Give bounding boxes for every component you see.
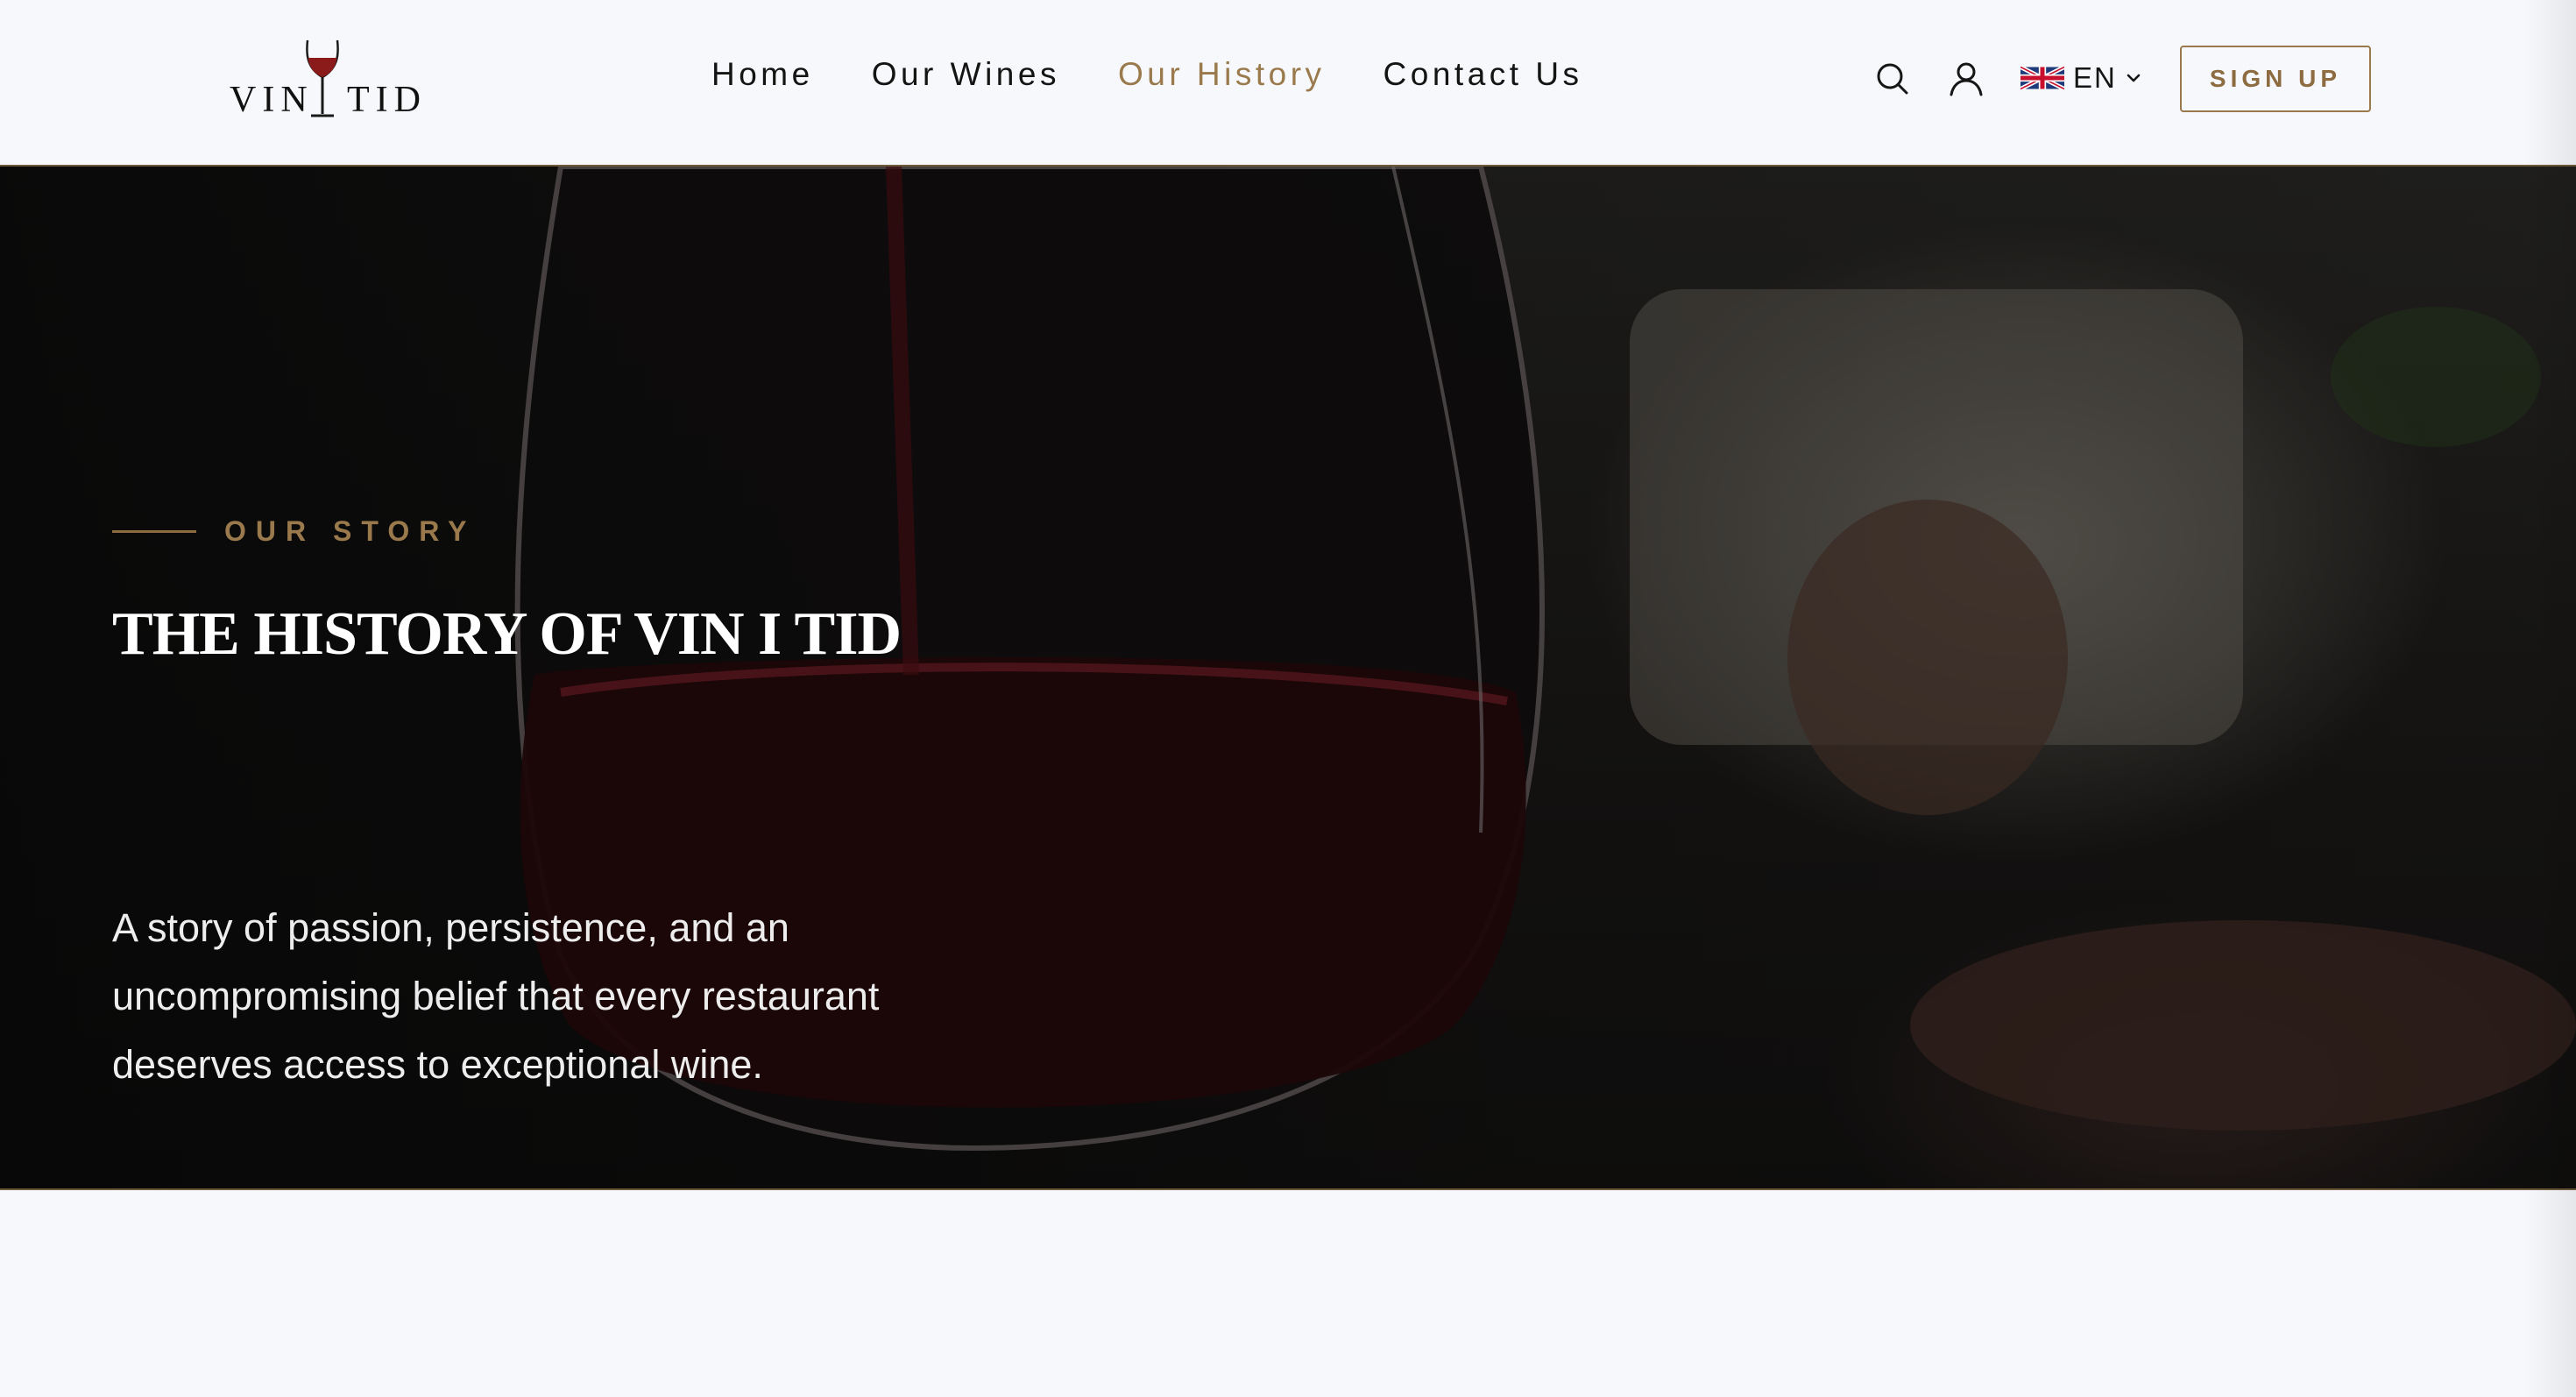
logo-word-right: TID (347, 80, 427, 120)
logo-word-left: VIN (230, 80, 314, 120)
main-nav: Home Our Wines Our History Contact Us (711, 56, 1583, 93)
content-area (0, 1192, 2576, 1397)
search-icon[interactable] (1875, 61, 1910, 96)
user-icon[interactable] (1949, 61, 1984, 96)
hero-section: OUR STORY THE HISTORY OF VIN I TID A sto… (0, 165, 2576, 1190)
wine-glass-logo-icon (306, 39, 339, 117)
page-title: THE HISTORY OF VIN I TID (112, 600, 902, 668)
language-selector[interactable]: EN (2020, 61, 2141, 95)
site-header: VIN TID Home Our Wines Our History Conta… (0, 0, 2576, 165)
nav-item-contact-us[interactable]: Contact Us (1384, 56, 1583, 93)
nav-item-home[interactable]: Home (711, 56, 814, 93)
hero-description: A story of passion, persistence, and an … (112, 905, 880, 1087)
sign-up-button[interactable]: SIGN UP (2180, 46, 2371, 112)
site-logo[interactable]: VIN TID (230, 39, 421, 121)
hero-eyebrow: OUR STORY (112, 515, 476, 548)
nav-item-our-history[interactable]: Our History (1118, 56, 1326, 93)
uk-flag-icon (2020, 66, 2064, 90)
language-code: EN (2073, 61, 2117, 94)
nav-item-our-wines[interactable]: Our Wines (872, 56, 1060, 93)
eyebrow-divider (112, 530, 196, 533)
eyebrow-text: OUR STORY (224, 515, 477, 547)
chevron-down-icon (2127, 74, 2141, 82)
